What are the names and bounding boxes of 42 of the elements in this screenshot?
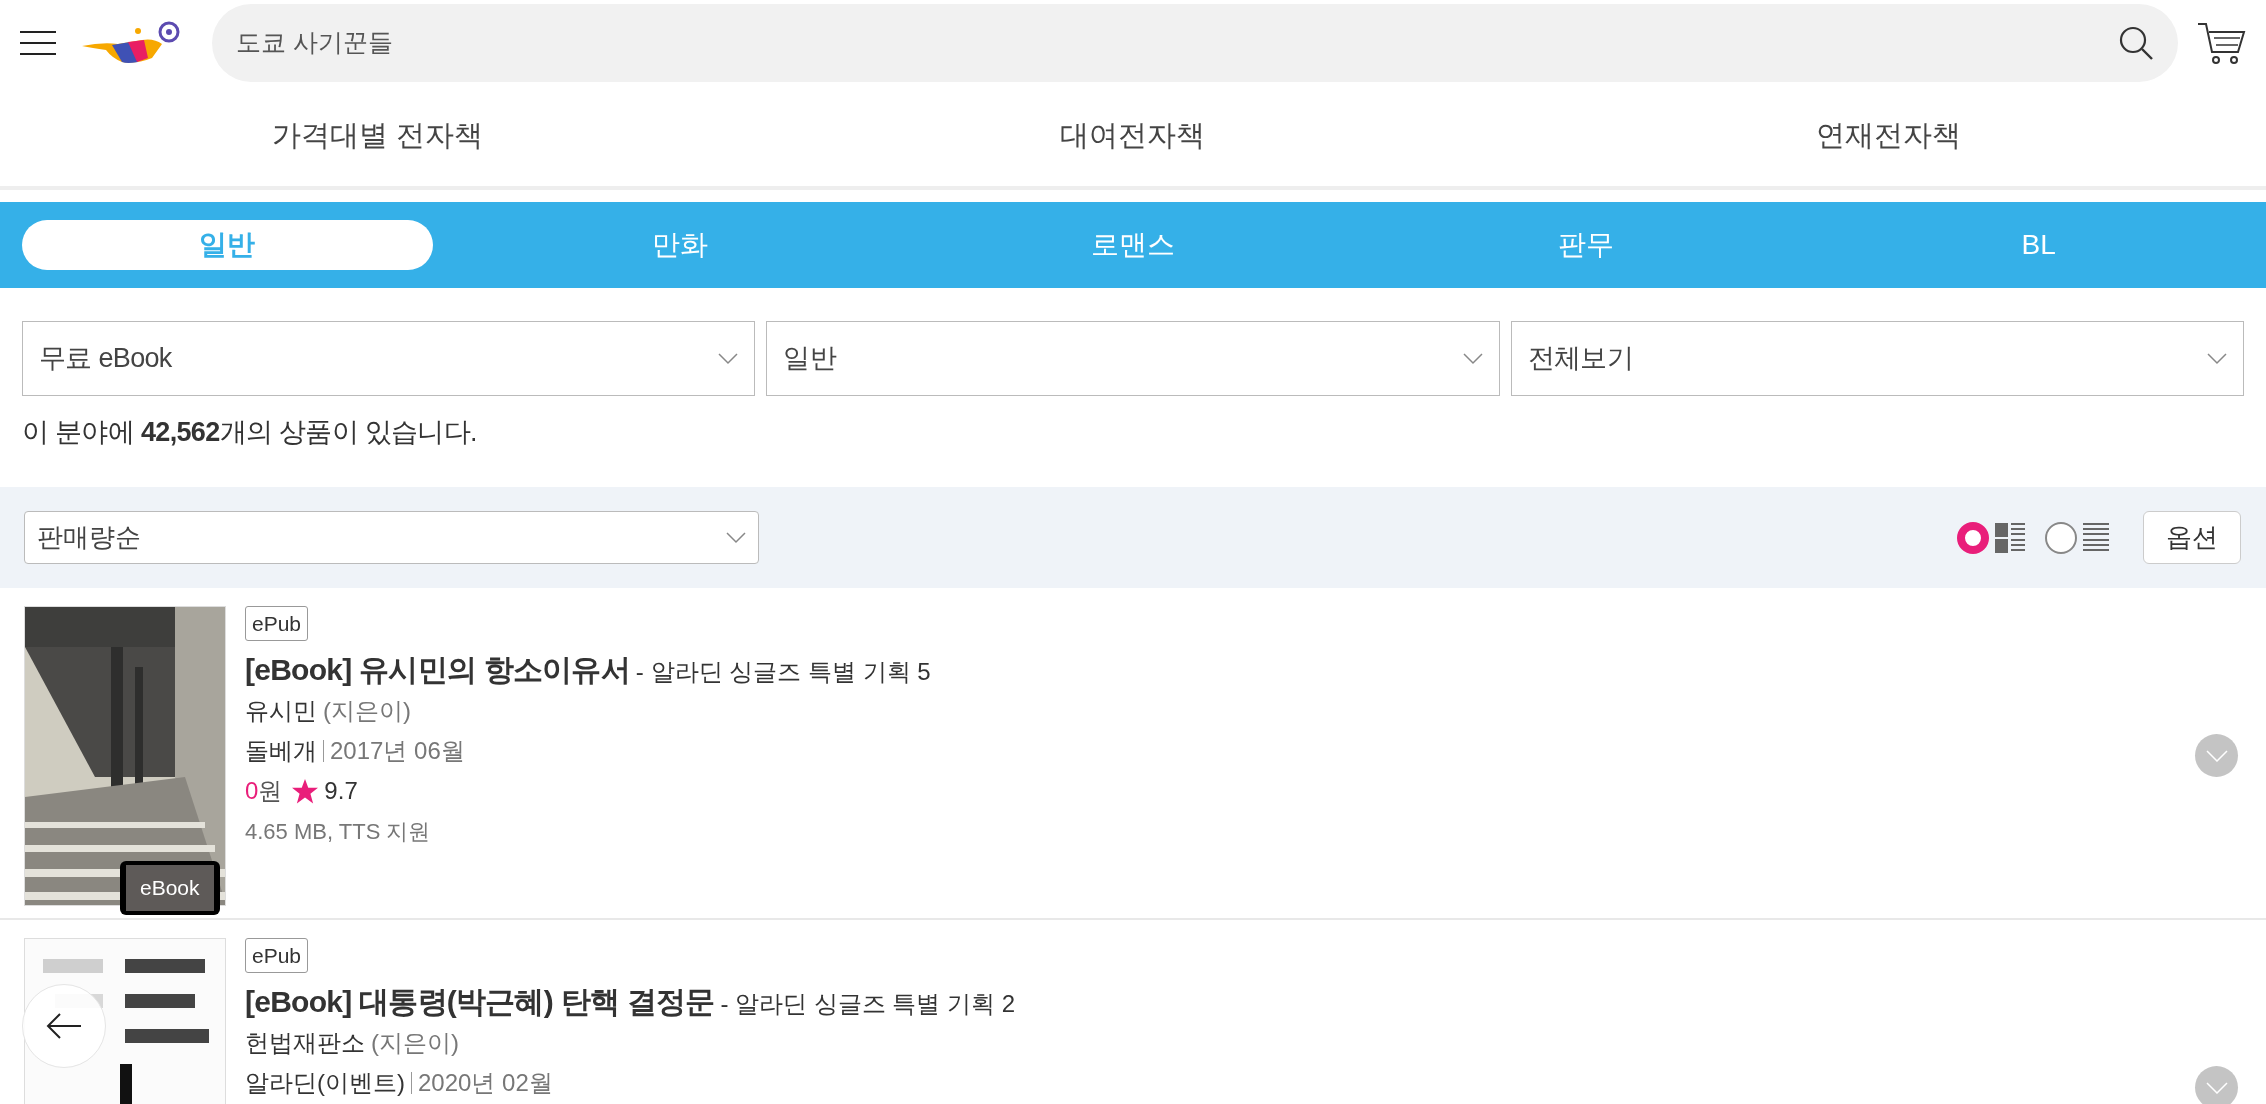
format-tag: ePub [245, 938, 309, 973]
result-count: 이 분야에 42,562개의 상품이 있습니다. [21, 416, 478, 449]
publish-date: 2020년 02월 [411, 1072, 553, 1094]
search-icon[interactable] [2118, 24, 2154, 61]
view-mode-radio[interactable] [2045, 521, 2077, 554]
file-info: 4.65 MB, TTS 지원 [245, 817, 432, 846]
author-role: (지은이) [323, 696, 411, 726]
sort-dropdown[interactable]: 판매량순 [24, 511, 759, 564]
rating: 9.7 [324, 776, 358, 806]
chevron-down-icon [2205, 1081, 2228, 1094]
ebook-badge: eBook [120, 861, 220, 915]
filter-dropdown[interactable]: 전체보기 [1510, 321, 2244, 396]
author-role: (지은이) [371, 1028, 459, 1058]
publisher-link[interactable]: 돌베개 [245, 733, 323, 769]
nav-link[interactable]: 가격대별 전자책 [272, 113, 484, 158]
book-title[interactable]: [eBook] 대통령(박근혜) 탄핵 결정문 [245, 979, 715, 1024]
chevron-icon [2207, 352, 2227, 365]
chevron-icon [718, 352, 739, 365]
book-title[interactable]: [eBook] 유시민의 항소이유서 [245, 647, 630, 692]
author-link[interactable]: 유시민 [245, 693, 317, 729]
star-icon [292, 778, 319, 804]
price: 0원 [245, 776, 283, 806]
chevron-icon [1462, 352, 1483, 365]
format-tag: ePub [245, 606, 309, 641]
thumbnail-list-icon[interactable] [1995, 522, 2025, 553]
search-field[interactable]: 도쿄 사기꾼들 [212, 3, 2178, 82]
filter-dropdown[interactable]: 일반 [766, 321, 1500, 396]
list-icon[interactable] [2083, 522, 2109, 553]
view-mode-radio[interactable] [1957, 521, 1989, 554]
publisher-link[interactable]: 알라딘(이벤트) [245, 1065, 411, 1101]
author-link[interactable]: 헌법재판소 [245, 1025, 365, 1061]
option-button[interactable]: 옵션 [2143, 511, 2241, 564]
chevron-down-icon [2205, 749, 2228, 762]
arrow-left-icon [46, 1013, 82, 1039]
publish-date: 2017년 06월 [323, 740, 465, 762]
nav-link[interactable]: 연재전자책 [1815, 113, 1961, 158]
menu-icon[interactable] [20, 29, 56, 56]
book-subtitle: - 알라딘 싱글즈 특별 기획 5 [635, 657, 931, 687]
nav-link[interactable]: 대여전자책 [1060, 113, 1206, 158]
chevron-icon [726, 531, 746, 544]
book-subtitle: - 알라딘 싱글즈 특별 기획 2 [720, 989, 1016, 1019]
filter-dropdown[interactable]: 무료 eBook [22, 321, 756, 396]
